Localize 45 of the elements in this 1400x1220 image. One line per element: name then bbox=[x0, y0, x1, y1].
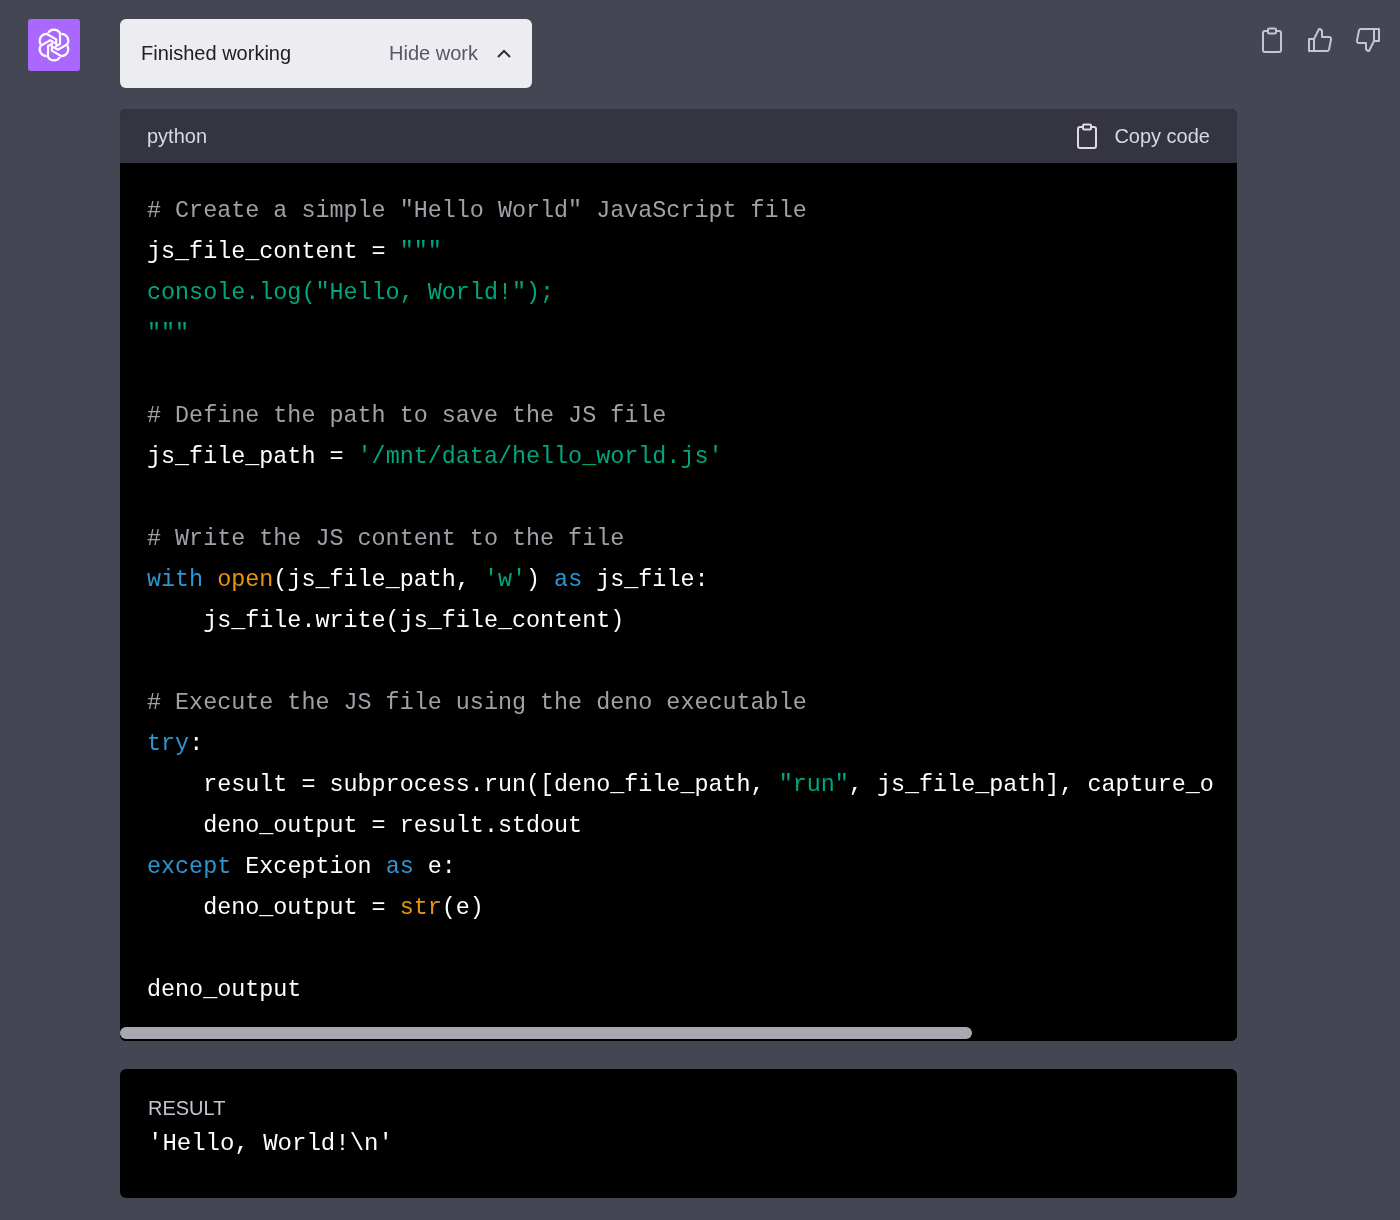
code-text: ) bbox=[526, 567, 542, 593]
code-text: (e) bbox=[441, 895, 484, 921]
code-text: js_file: bbox=[595, 567, 709, 593]
code-text: deno_output = result.stdout bbox=[202, 813, 583, 839]
code-text: Exception bbox=[244, 854, 373, 880]
code-text: e: bbox=[426, 854, 456, 880]
code-keyword: try bbox=[147, 731, 190, 757]
code-string: '/mnt/data/hello_world.js' bbox=[357, 444, 723, 470]
code-keyword: as bbox=[385, 854, 414, 880]
thumbs-up-icon[interactable] bbox=[1307, 27, 1333, 53]
code-text: js_file_path = bbox=[147, 444, 345, 470]
code-builtin: open bbox=[217, 567, 274, 593]
clipboard-icon bbox=[1076, 123, 1099, 149]
hide-work-button[interactable]: Hide work bbox=[389, 42, 512, 65]
code-comment: # Write the JS content to the file bbox=[147, 526, 625, 552]
code-builtin: str bbox=[399, 895, 442, 921]
code-keyword: with bbox=[147, 567, 205, 593]
copy-code-button[interactable]: Copy code bbox=[1076, 123, 1210, 149]
code-string: 'w' bbox=[483, 567, 527, 593]
code-string: """ bbox=[147, 321, 190, 347]
code-text: , js_file_path], capture_o bbox=[848, 772, 1214, 798]
code-string: "run" bbox=[778, 772, 849, 798]
code-comment: # Create a simple "Hello World" JavaScript file bbox=[147, 198, 807, 224]
code-keyword: as bbox=[554, 567, 583, 593]
code-text: : bbox=[189, 731, 204, 757]
code-text: (js_file_path, bbox=[273, 567, 471, 593]
code-string: """ bbox=[399, 239, 442, 265]
scrollbar-thumb[interactable] bbox=[120, 1027, 972, 1039]
code-text: deno_output = bbox=[202, 895, 387, 921]
language-label: python bbox=[147, 124, 208, 148]
code-string: console.log("Hello, World!"); bbox=[147, 280, 555, 306]
code-comment: # Define the path to save the JS file bbox=[147, 403, 667, 429]
code-text: deno_output bbox=[147, 977, 302, 1003]
result-value: 'Hello, World!\n' bbox=[148, 1130, 394, 1157]
code-comment: # Execute the JS file using the deno executable bbox=[147, 690, 807, 716]
code-text: result = subprocess.run([deno_file_path, bbox=[202, 772, 766, 798]
code-text: js_file_content = bbox=[147, 239, 387, 265]
code-keyword: except bbox=[147, 854, 232, 880]
code-text: js_file.write(js_file_content) bbox=[202, 608, 625, 634]
logo-icon bbox=[28, 19, 80, 71]
result-label: RESULT bbox=[148, 1097, 227, 1120]
clipboard-icon[interactable] bbox=[1259, 27, 1285, 53]
thumbs-down-icon[interactable] bbox=[1355, 27, 1381, 53]
status-text: Finished working bbox=[141, 42, 292, 65]
chevron-icon bbox=[496, 48, 512, 59]
